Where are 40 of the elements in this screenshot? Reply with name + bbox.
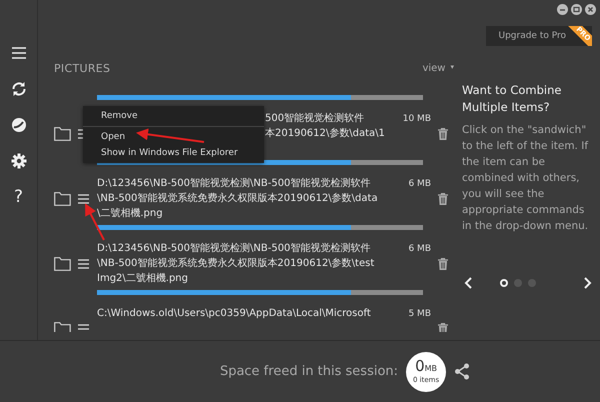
folder-icon: [54, 192, 71, 206]
sandwich-icon[interactable]: [78, 258, 89, 268]
folder-icon: [54, 322, 71, 332]
file-size: 10 MB: [402, 114, 431, 124]
file-path: C:\Windows.old\Users\pc0359\AppData\Local\Microsoft: [97, 307, 371, 321]
trash-icon[interactable]: [438, 322, 448, 332]
trash-icon[interactable]: [438, 128, 448, 140]
minimize-button[interactable]: [557, 4, 568, 15]
disc-icon[interactable]: [10, 116, 28, 134]
page-dot[interactable]: [528, 279, 536, 287]
file-path: D:\123456\NB-500智能视觉检测\NB-500智能视觉检测软件 \NB-500智能视觉系统免费永久权限版本20190612\参数\test Img2\二號相機.png: [97, 242, 374, 286]
share-icon[interactable]: [454, 363, 470, 380]
file-size: 5 MB: [407, 309, 431, 319]
pointer-arrow: [136, 128, 204, 143]
folder-icon: [54, 256, 71, 270]
settings-icon[interactable]: [10, 152, 28, 170]
section-title: PICTURES: [54, 62, 110, 74]
menu-item[interactable]: Open: [83, 129, 264, 145]
file-path: D:\123456\NB-500智能视觉检测\NB-500智能视觉检测软件 \NB-500智能视觉系统免费永久权限版本20190612\参数\data \二號相機.png: [97, 176, 378, 221]
tip-title: Want to Combine Multiple Items?: [462, 82, 562, 116]
file-size: 6 MB: [407, 179, 431, 189]
menu-item[interactable]: Remove: [83, 108, 264, 124]
file-size: 6 MB: [407, 244, 431, 254]
folder-icon: [54, 126, 71, 140]
refresh-icon[interactable]: [10, 80, 28, 98]
page-dot[interactable]: [500, 279, 508, 287]
maximize-icon: [571, 4, 582, 15]
page-dot[interactable]: [514, 279, 522, 287]
maximize-button[interactable]: [571, 4, 582, 15]
status-label: Space freed in this session:: [220, 364, 398, 379]
sandwich-icon[interactable]: [78, 324, 89, 332]
file-path: 500智能视觉检测软件 本20190612\参数\data\1: [265, 112, 385, 141]
menu-icon[interactable]: [10, 44, 28, 62]
close-button[interactable]: [585, 4, 596, 15]
tip-text: Click on the "sandwich" to the left of the item. If the item can be combined with others, you will see the appropriate commands in the drop-down menu.: [462, 123, 590, 234]
menu-item[interactable]: Show in Windows File Explorer: [83, 145, 264, 161]
help-icon[interactable]: ?: [10, 188, 28, 206]
trash-icon[interactable]: [438, 258, 448, 270]
trash-icon[interactable]: [438, 192, 448, 204]
sandwich-icon[interactable]: [78, 194, 89, 204]
